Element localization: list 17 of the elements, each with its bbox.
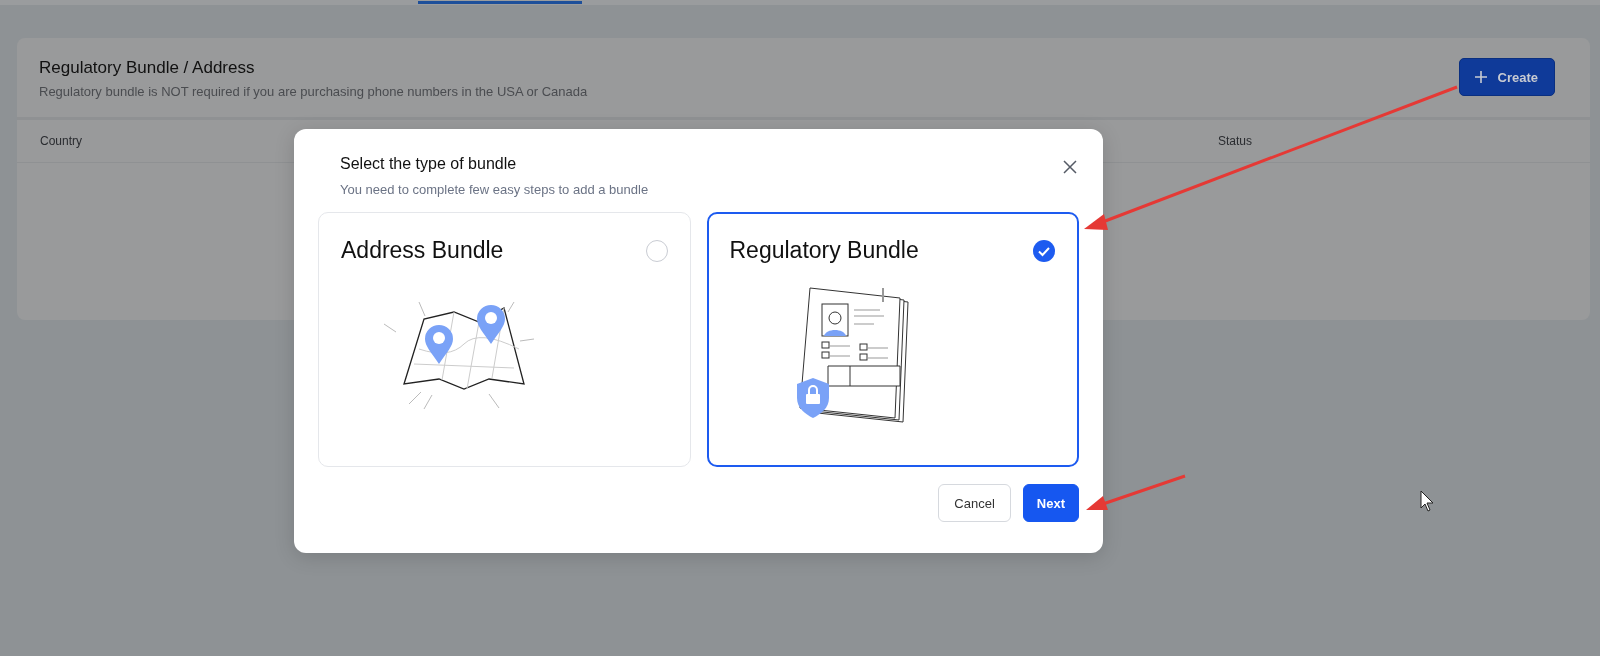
mouse-pointer-icon bbox=[1420, 490, 1434, 512]
option-title: Address Bundle bbox=[341, 237, 504, 264]
check-circle-icon[interactable] bbox=[1032, 238, 1056, 263]
dialog-subtitle: You need to complete few easy steps to add a bundle bbox=[340, 182, 649, 197]
panel-title: Regulatory Bundle / Address bbox=[39, 58, 256, 78]
column-header: Country bbox=[40, 134, 84, 148]
plus-icon bbox=[1473, 70, 1488, 84]
column-header: Status bbox=[1218, 134, 1254, 148]
panel-subtitle: Regulatory bundle is NOT required if you are purchasing phone numbers in the USA or Canada bbox=[39, 84, 588, 99]
option-title: Regulatory Bundle bbox=[729, 237, 919, 264]
dialog-title: Select the type of bundle bbox=[340, 155, 518, 173]
bundle-option-card[interactable]: Regulatory Bundle bbox=[706, 212, 1079, 467]
create-button[interactable]: Create bbox=[1458, 58, 1555, 96]
close-icon[interactable] bbox=[1063, 160, 1077, 174]
bundle-option-card[interactable]: Address Bundle bbox=[318, 212, 691, 467]
cancel-button[interactable]: Cancel bbox=[938, 484, 1011, 522]
next-button[interactable]: Next bbox=[1022, 484, 1079, 522]
